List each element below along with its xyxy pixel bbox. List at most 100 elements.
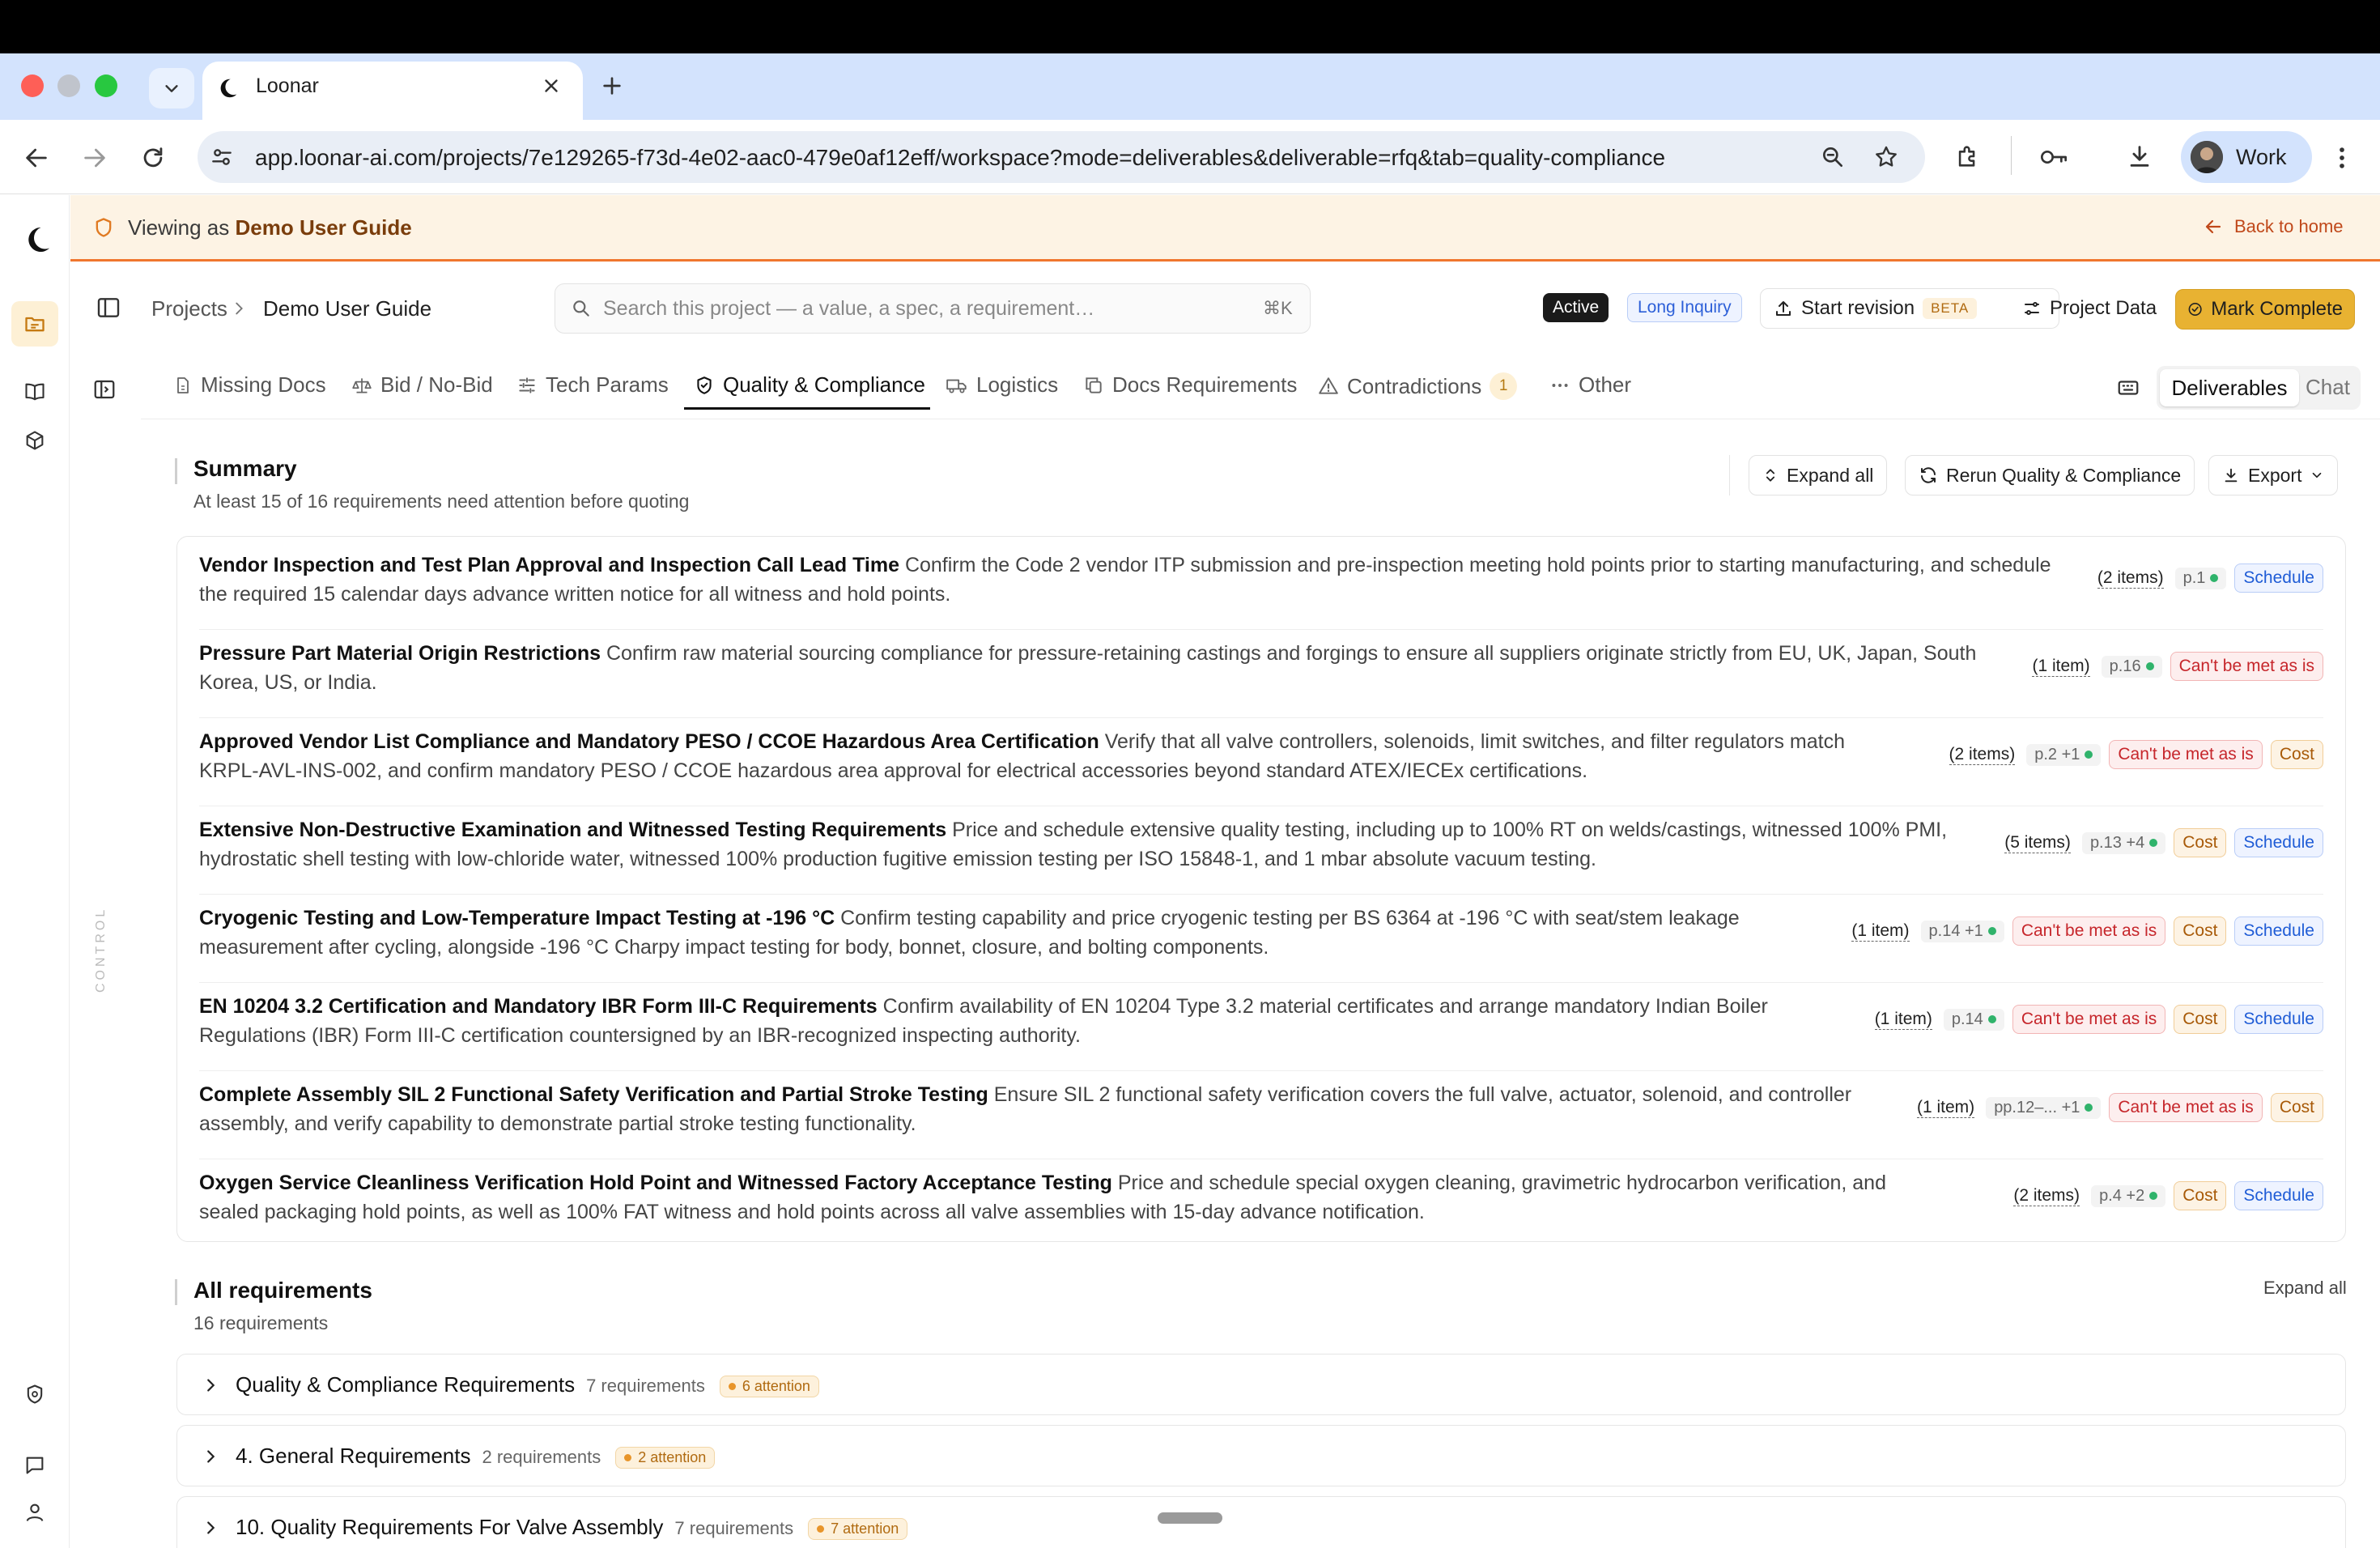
new-tab-icon[interactable]: [599, 73, 625, 99]
app-logo-moon-icon[interactable]: [23, 225, 52, 254]
requirement-group[interactable]: 10. Quality Requirements For Valve Assem…: [176, 1496, 2346, 1548]
page-reference-badge[interactable]: p.16: [2101, 655, 2162, 678]
back-arrow-icon[interactable]: [23, 144, 50, 172]
page-reference-badge[interactable]: pp.12–... +1: [1986, 1096, 2102, 1119]
shield-check-icon: [697, 376, 712, 394]
forward-arrow-icon[interactable]: [81, 144, 108, 172]
tab-tech-params[interactable]: Tech Params: [516, 372, 669, 398]
project-data-button[interactable]: Project Data: [2011, 288, 2168, 329]
group-header: 4. General Requirements 2 requirements 2 a…: [236, 1444, 716, 1469]
row-divider: [199, 717, 2323, 718]
summary-row[interactable]: Pressure Part Material Origin Restrictio…: [199, 639, 2323, 704]
summary-row[interactable]: Vendor Inspection and Test Plan Approval…: [199, 551, 2323, 615]
requirement-title: Oxygen Service Cleanliness Verification …: [199, 1172, 1112, 1194]
rerun-button[interactable]: Rerun Quality & Compliance: [1905, 455, 2195, 495]
export-button[interactable]: Export: [2208, 455, 2339, 495]
scale-icon: [352, 377, 372, 393]
summary-row[interactable]: Oxygen Service Cleanliness Verification …: [199, 1168, 2323, 1233]
expand-all-button[interactable]: Expand all: [1749, 455, 1888, 495]
settings-sliders-icon: [2025, 302, 2039, 315]
summary-row-text: EN 10204 3.2 Certification and Mandatory…: [199, 992, 1826, 1050]
view-toggle-deliverables[interactable]: Deliverables: [2160, 369, 2299, 406]
back-to-home-link[interactable]: Back to home: [2234, 216, 2344, 237]
toolbar-divider: [2011, 136, 2012, 175]
items-count-link[interactable]: (2 items): [2097, 568, 2164, 589]
minimize-window-button[interactable]: [57, 74, 80, 97]
page-reference-badge[interactable]: p.14: [1943, 1008, 2004, 1031]
maximize-window-button[interactable]: [95, 74, 117, 97]
chat-bubble-icon[interactable]: [23, 1454, 46, 1477]
page-reference-label: p.14: [1951, 1010, 1983, 1028]
breadcrumb-projects[interactable]: Projects: [151, 296, 227, 321]
summary-row[interactable]: Approved Vendor List Compliance and Mand…: [199, 727, 2323, 792]
requirement-group[interactable]: Quality & Compliance Requirements 7 requi…: [176, 1354, 2346, 1415]
chevron-down-icon: [2313, 472, 2322, 478]
section-marker: [175, 458, 177, 484]
banner-text: Viewing as Demo User Guide: [128, 215, 412, 240]
summary-row[interactable]: Cryogenic Testing and Low-Temperature Im…: [199, 904, 2323, 968]
sidebar-toggle-icon[interactable]: [96, 295, 121, 321]
tab-bid-no-bid[interactable]: Bid / No-Bid: [351, 372, 493, 398]
summary-row[interactable]: Extensive Non-Destructive Examination an…: [199, 815, 2323, 880]
tab-missing-docs[interactable]: Missing Docs: [173, 372, 326, 398]
tab-other[interactable]: Other: [1549, 372, 1631, 398]
page-reference-badge[interactable]: p.14 +1: [1920, 920, 2004, 942]
tab-contradictions[interactable]: Contradictions 1: [1318, 372, 1518, 400]
close-window-button[interactable]: [21, 74, 44, 97]
page-reference-label: p.2 +1: [2034, 745, 2080, 763]
items-count-link[interactable]: (5 items): [2004, 833, 2071, 853]
url-text[interactable]: app.loonar-ai.com/projects/7e129265-f73d…: [255, 145, 1665, 171]
requirement-title: Extensive Non-Destructive Examination an…: [199, 819, 947, 841]
zoom-icon[interactable]: [1820, 144, 1846, 170]
check-circle-icon: [2188, 302, 2202, 317]
summary-row-text: Approved Vendor List Compliance and Mand…: [199, 727, 1885, 785]
page-reference-badge[interactable]: p.4 +2: [2091, 1184, 2166, 1207]
tab-quality-compliance[interactable]: Quality & Compliance: [694, 372, 925, 398]
items-count-link[interactable]: (2 items): [1949, 745, 2016, 765]
keyboard-icon[interactable]: [2116, 376, 2140, 400]
group-title: 4. General Requirements: [236, 1444, 471, 1468]
summary-row[interactable]: Complete Assembly SIL 2 Functional Safet…: [199, 1080, 2323, 1145]
summary-subtitle: At least 15 of 16 requirements need atte…: [193, 491, 690, 512]
attention-label: 2 attention: [638, 1448, 707, 1465]
summary-row[interactable]: EN 10204 3.2 Certification and Mandatory…: [199, 992, 2323, 1057]
items-count-link[interactable]: (1 item): [2032, 657, 2090, 677]
tab-search-button[interactable]: [149, 68, 194, 108]
close-tab-icon[interactable]: [541, 75, 562, 96]
password-key-icon[interactable]: [2038, 144, 2069, 170]
view-toggle-chat[interactable]: Chat: [2306, 375, 2350, 400]
page-reference-badge[interactable]: p.2 +1: [2026, 743, 2102, 766]
items-count-link[interactable]: (1 item): [1917, 1098, 1975, 1118]
group-header: 10. Quality Requirements For Valve Assem…: [236, 1515, 908, 1540]
downloads-icon[interactable]: [2126, 142, 2153, 170]
extensions-icon[interactable]: [1954, 142, 1982, 170]
items-count-link[interactable]: (1 item): [1874, 1010, 1932, 1030]
summary-row-text: Extensive Non-Destructive Examination an…: [199, 815, 1961, 874]
impact-tag: Can't be met as is: [2012, 916, 2166, 946]
tab-logistics[interactable]: Logistics: [946, 372, 1058, 398]
page-reference-badge[interactable]: p.13 +4: [2081, 831, 2166, 854]
scroll-handle[interactable]: [1158, 1512, 1222, 1524]
user-icon[interactable]: [23, 1501, 46, 1524]
items-count-link[interactable]: (1 item): [1851, 921, 1910, 942]
browser-tab-title: Loonar: [256, 74, 319, 97]
group-count: 7 requirements: [674, 1518, 794, 1538]
page-reference-badge[interactable]: p.1: [2174, 567, 2227, 589]
page-reference-label: p.4 +2: [2099, 1186, 2145, 1205]
impact-tag: Can't be met as is: [2012, 1005, 2166, 1034]
panel-collapse-icon[interactable]: [92, 377, 117, 402]
all-requirements-expand-all[interactable]: Expand all: [2263, 1278, 2347, 1299]
requirement-group[interactable]: 4. General Requirements 2 requirements 2 a…: [176, 1425, 2346, 1486]
book-icon[interactable]: [23, 381, 46, 403]
browser-menu-icon[interactable]: [2333, 144, 2351, 172]
items-count-link[interactable]: (2 items): [2013, 1186, 2080, 1206]
tab-docs-requirements[interactable]: Docs Requirements: [1083, 372, 1297, 398]
mark-complete-button[interactable]: Mark Complete: [2175, 289, 2355, 330]
reload-icon[interactable]: [139, 144, 167, 172]
bookmark-star-icon[interactable]: [1873, 144, 1899, 170]
site-info-icon[interactable]: [209, 144, 235, 170]
impact-tag: Schedule: [2234, 916, 2323, 946]
requirement-title: Pressure Part Material Origin Restrictio…: [199, 642, 601, 665]
package-icon[interactable]: [23, 429, 46, 452]
shield-icon[interactable]: [23, 1383, 46, 1406]
